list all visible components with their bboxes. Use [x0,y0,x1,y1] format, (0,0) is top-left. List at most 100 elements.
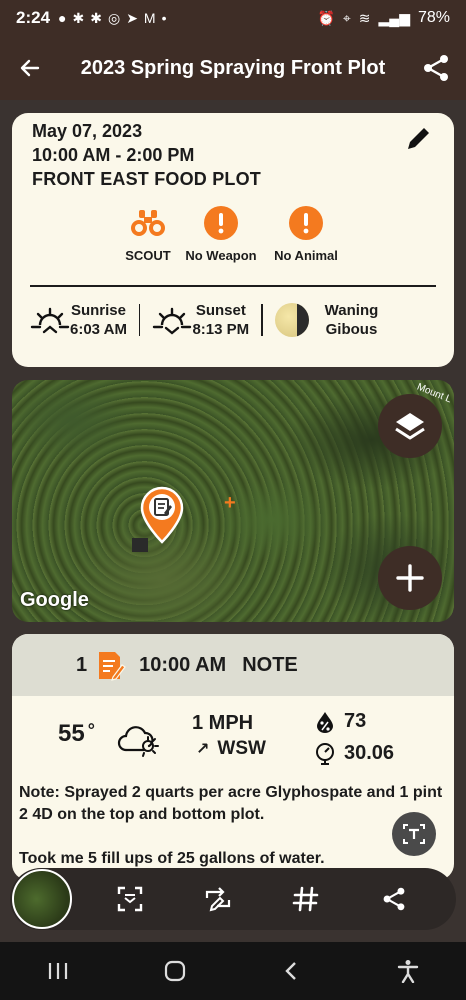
system-icons: ⏰ ⌖ ≋ ▂▄▆ 78% [317,9,450,27]
note-body: Note: Sprayed 2 quarts per acre Glyphosp… [19,782,449,880]
hashtag-icon [292,886,319,912]
home-icon [164,960,185,982]
text-scan-icon [403,824,425,844]
tag-no-animal: No Animal [272,205,340,263]
status-bar: 2:24 ● ✱ ✱ ◎ ➤ M • ⏰ ⌖ ≋ ▂▄▆ 78% [0,0,466,36]
system-navigation-bar [0,942,466,1000]
arrow-left-icon [20,59,40,77]
note-header: 1 10:00 AM NOTE [12,634,454,696]
sunrise-icon [30,307,70,334]
scan-icon [117,886,143,912]
event-info-card: May 07, 2023 10:00 AM - 2:00 PM FRONT EA… [12,113,454,367]
edit-entry-button[interactable] [188,869,248,929]
plus-icon [396,564,424,592]
alert-icon [288,205,324,241]
recent-apps-icon [49,963,68,979]
tag-no-weapon: No Weapon [184,205,258,263]
sunrise-text: Sunrise 6:03 AM [70,301,127,339]
weather-summary: 55 ° 1 MPH ↗ WSW 73 30.06 [12,706,454,772]
tag-label: No Animal [274,248,338,263]
text-recognition-button[interactable] [392,812,436,856]
moon-text: Waning Gibous [325,301,379,339]
humidity-row: 73 [314,710,366,733]
pencil-icon [408,126,431,149]
signal-icon: ▂▄▆ [378,9,410,26]
humidity-icon [317,711,333,733]
map-pin-icon [140,486,184,544]
pressure-row: 30.06 [314,742,394,765]
tag-list: SCOUT No Weapon No Animal [125,205,354,263]
humidity-value: 73 [344,710,367,732]
note-type: NOTE [242,653,298,676]
instagram-icon: ◎ [107,9,121,26]
map-view[interactable]: Mount L + Google [12,380,454,622]
map-thumbnail[interactable] [12,869,72,929]
app-header: 2023 Spring Spraying Front Plot [0,36,466,100]
back-button[interactable] [0,36,60,100]
sunset-icon [153,307,192,335]
sunrise-time: 6:03 AM [70,321,127,338]
wind-direction: WSW [217,738,266,759]
note-paragraph: Note: Sprayed 2 quarts per acre Glyphosp… [19,784,443,823]
temperature: 55 ° [58,720,95,748]
status-time: 2:24 [16,8,51,27]
map-layers-button[interactable] [378,394,442,458]
home-button[interactable] [145,942,205,1000]
divider [30,285,436,287]
wifi-icon: ≋ [358,9,371,26]
sunrise-label: Sunrise [70,302,126,319]
event-location: FRONT EAST FOOD PLOT [32,169,261,189]
wind-direction-row: ↗ WSW [196,738,266,760]
accessibility-icon [397,960,418,983]
tag-label: No Weapon [185,248,257,263]
pressure-value: 30.06 [344,742,395,764]
gmail-icon: M [143,9,156,26]
sunset-label: Sunset [195,302,246,319]
page-title: 2023 Spring Spraying Front Plot [80,56,386,79]
wind-speed: 1 MPH [192,712,254,734]
accessibility-button[interactable] [378,942,438,1000]
add-to-map-button[interactable] [378,546,442,610]
note-time: 10:00 AM [139,653,227,676]
slack-icon: ✱ [72,9,85,26]
pressure-gauge-icon [316,742,334,765]
note-map-pin[interactable] [140,486,184,544]
layers-icon [395,413,425,440]
sunrise-cell: Sunrise 6:03 AM [30,301,127,339]
share-button[interactable] [406,36,466,100]
map-attribution: Google [20,589,89,611]
sunset-text: Sunset 8:13 PM [192,301,249,339]
event-time-range: 10:00 AM - 2:00 PM [32,145,195,165]
bottom-toolbar [10,868,456,930]
dot-icon: • [161,9,167,26]
partly-cloudy-icon [117,726,159,757]
separator [261,304,263,336]
binoculars-icon [130,205,166,241]
share-entry-button[interactable] [364,869,424,929]
edit-button[interactable] [404,123,434,153]
notification-icons: ● ✱ ✱ ◎ ➤ M • [58,10,166,27]
moon-phase-icon [274,303,309,337]
scan-button[interactable] [100,869,160,929]
share-icon [383,887,405,911]
edit-repeat-icon [205,887,231,912]
sunset-time: 8:13 PM [192,321,250,338]
hashtag-button[interactable] [276,869,336,929]
note-number: 1 [76,653,88,676]
note-edit-icon [97,649,127,681]
temperature-value: 55 [58,720,85,747]
sunset-cell: Sunset 8:13 PM [152,301,249,339]
telegram-icon: ➤ [126,9,138,26]
moon-cell: Waning Gibous [274,301,379,339]
note-paragraph: Took me 5 fill ups of 25 gallons of wate… [19,850,325,867]
location-icon: ⌖ [342,9,351,26]
slack-icon: ✱ [90,9,102,26]
separator [138,304,141,336]
wind-arrow-icon: ↗ [196,741,210,758]
degree-symbol: ° [87,720,95,740]
system-back-button[interactable] [261,942,321,1000]
recent-apps-button[interactable] [28,942,88,1000]
moon-phase-line1: Waning [324,302,379,319]
event-date: May 07, 2023 [32,121,143,141]
moon-phase-line2: Gibous [325,321,378,338]
